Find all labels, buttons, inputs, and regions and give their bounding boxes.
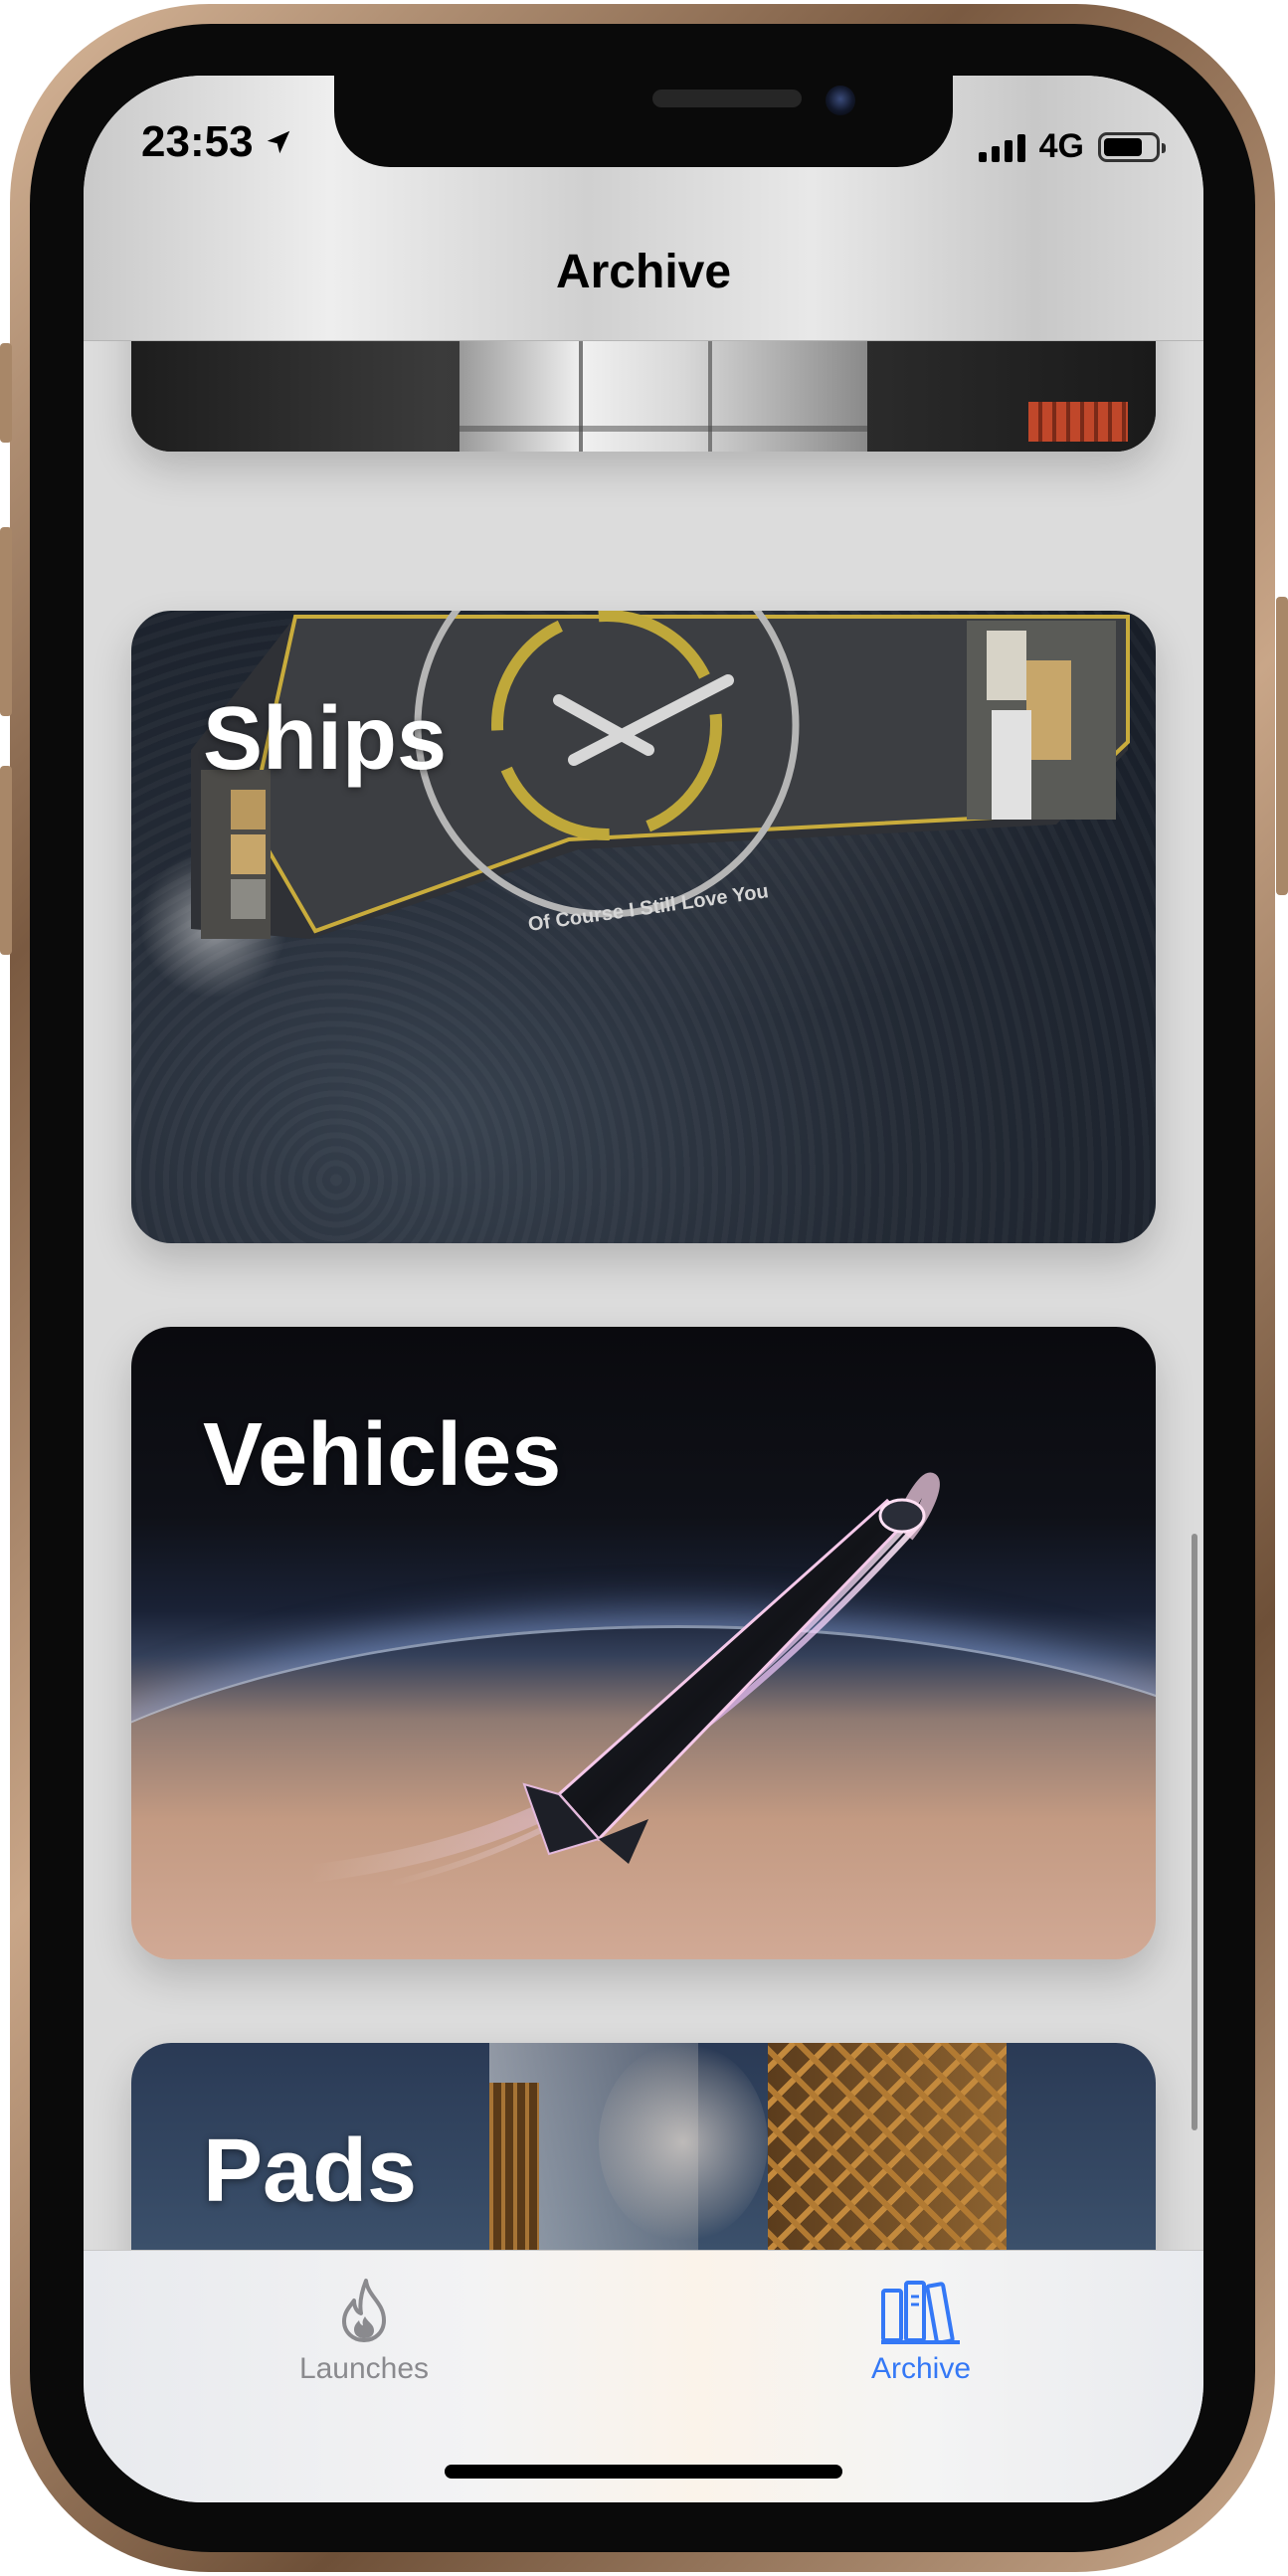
archive-card-ships[interactable]: Of Course I Still Love You Ships: [131, 611, 1156, 1243]
speaker-grille: [652, 90, 802, 107]
archive-card-vehicles[interactable]: Vehicles: [131, 1327, 1156, 1959]
tab-launches-label: Launches: [298, 2352, 430, 2385]
power-button: [1276, 597, 1288, 895]
card-title-pads: Pads: [203, 2121, 418, 2221]
ship-name-caption: Of Course I Still Love You: [527, 880, 770, 936]
location-arrow-icon: [267, 130, 289, 154]
tab-archive-label: Archive: [870, 2352, 972, 2385]
tank-band: [460, 426, 867, 432]
status-bar-right: 4G: [978, 127, 1166, 166]
volume-up-button: [0, 527, 12, 716]
front-camera: [826, 86, 855, 115]
tab-launches[interactable]: Launches: [245, 2277, 483, 2386]
battery-level-fill: [1104, 137, 1142, 156]
network-type-label: 4G: [1038, 127, 1084, 165]
battery-icon: [1098, 131, 1166, 162]
page-title: Archive: [555, 246, 732, 298]
home-indicator[interactable]: [445, 2465, 842, 2479]
cargo-container-image: [1028, 402, 1128, 442]
books-icon: [881, 2281, 960, 2344]
cellular-signal-icon: [978, 132, 1025, 162]
archive-card-launch-site[interactable]: [131, 340, 1156, 452]
time-label: 23:53: [141, 117, 254, 166]
notch: [334, 76, 953, 167]
scroll-indicator[interactable]: [1192, 1534, 1197, 2130]
status-bar-time: 23:53: [141, 117, 293, 167]
volume-down-button: [0, 766, 12, 955]
archive-scroll-list[interactable]: Of Course I Still Love You Ships Vehicle…: [84, 340, 1203, 2327]
mute-switch: [0, 343, 12, 443]
card-title-vehicles: Vehicles: [203, 1405, 562, 1505]
tab-archive[interactable]: Archive: [802, 2277, 1040, 2386]
exhaust-smoke: [599, 2043, 768, 2242]
card-title-ships: Ships: [203, 689, 448, 789]
rocket-tank-image: [460, 340, 867, 452]
flame-icon: [342, 2279, 386, 2342]
phone-screen: 23:53 4G Archive Of Course I Still Love …: [84, 76, 1203, 2502]
